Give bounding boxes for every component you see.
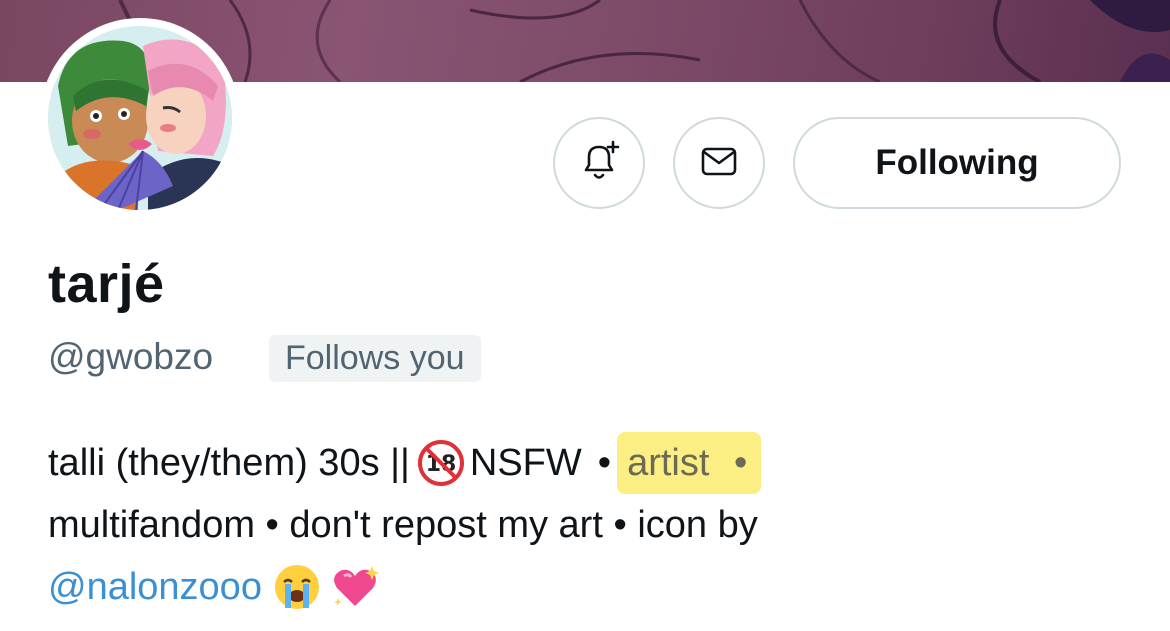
message-button[interactable] [673, 117, 765, 209]
envelope-icon [696, 138, 742, 189]
bio-nsfw-text: NSFW [469, 442, 582, 484]
loudly-crying-face-icon [272, 562, 322, 612]
following-button[interactable]: Following [793, 117, 1121, 209]
bio-line-3: @nalonzooo [48, 556, 1148, 618]
avatar-image [48, 26, 232, 210]
bio-highlighted-text: artist • [617, 432, 762, 494]
profile-handle: @gwobzo [48, 336, 214, 377]
bio-mention-link[interactable]: @nalonzooo [48, 556, 262, 618]
bio-highlight-separator: • [733, 442, 748, 484]
bell-plus-icon [576, 138, 622, 189]
notifications-button[interactable] [553, 117, 645, 209]
profile-avatar[interactable] [40, 18, 240, 218]
bio-artist-text: artist [627, 442, 710, 484]
profile-bio: talli (they/them) 30s || 18 NSFW • artis… [48, 432, 1148, 618]
follows-you-badge: Follows you [269, 335, 481, 382]
display-name: tarjé [48, 254, 165, 314]
bio-line-2: multifandom • don't repost my art • icon… [48, 504, 758, 546]
no-one-under-eighteen-icon: 18 [417, 440, 464, 486]
sparkling-heart-icon [330, 562, 380, 612]
bio-text: talli (they/them) 30s || [48, 442, 410, 484]
bio-line-1: talli (they/them) 30s || 18 NSFW • artis… [48, 432, 1148, 494]
bio-separator: • [597, 442, 612, 484]
